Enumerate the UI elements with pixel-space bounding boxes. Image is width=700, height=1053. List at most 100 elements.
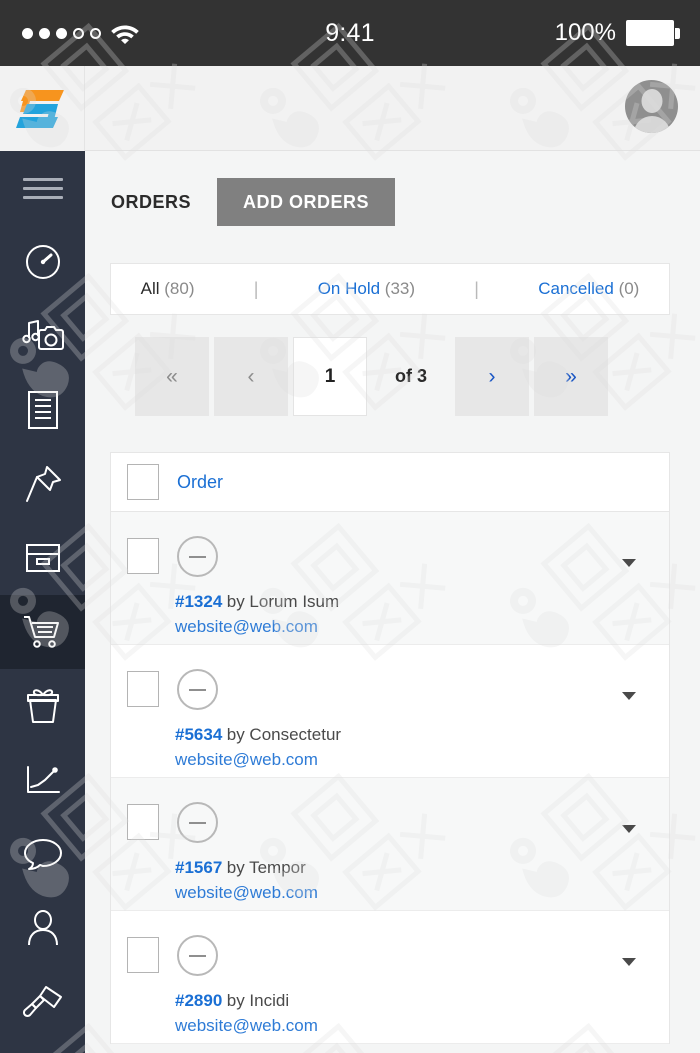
order-author: by Incidi [226, 991, 290, 1010]
table-row-info: #5634 by Consectetur website@web.com [175, 723, 341, 772]
table-row-controls [127, 802, 669, 843]
hamburger-icon [22, 172, 63, 205]
table-row-info: #1567 by Tempor website@web.com [175, 856, 318, 905]
pin-icon [23, 464, 63, 504]
filter-cancelled-label: Cancelled [538, 279, 614, 298]
app-header [0, 66, 700, 151]
shopping-cart-icon [22, 613, 64, 651]
filter-separator-2: | [474, 278, 479, 299]
filter-separator-1: | [253, 278, 259, 299]
row-checkbox[interactable] [127, 804, 159, 840]
sidebar-item-users[interactable] [0, 891, 85, 965]
filter-on-hold-label: On Hold [317, 279, 381, 298]
sidebar-item-appearance[interactable] [0, 965, 85, 1039]
order-id[interactable]: #2890 [175, 991, 222, 1010]
status-filter-bar: All (80) | On Hold (33) | Cancelled (0) [110, 263, 670, 315]
pagination: « ‹ 1 of 3 › » [135, 337, 608, 416]
pagination-last-button[interactable]: » [534, 337, 608, 416]
table-row[interactable]: #1567 by Tempor website@web.com [111, 778, 669, 911]
filter-cancelled-count: (0) [618, 279, 640, 298]
sidebar-item-orders[interactable] [0, 595, 85, 669]
brand-s-logo [16, 88, 68, 130]
pagination-total-label: of 3 [394, 366, 427, 386]
minus-circle-icon[interactable] [177, 536, 218, 577]
pagination-first-button[interactable]: « [135, 337, 209, 416]
order-author: by Lorum Isum [226, 592, 340, 611]
music-camera-icon [21, 318, 65, 354]
order-email[interactable]: website@web.com [175, 748, 341, 773]
filter-cancelled[interactable]: Cancelled (0) [538, 279, 639, 299]
chevron-down-icon[interactable] [622, 825, 636, 833]
sidebar-item-plugins[interactable] [0, 1039, 85, 1053]
gift-box-icon [25, 687, 61, 725]
chat-bubble-icon [23, 837, 63, 871]
pagination-prev-button[interactable]: ‹ [214, 337, 288, 416]
minus-circle-icon[interactable] [177, 802, 218, 843]
chevron-down-icon[interactable] [622, 692, 636, 700]
main-content: ORDERS ADD ORDERS All (80) | On Hold (33… [85, 151, 700, 1053]
filter-all-label: All [140, 279, 160, 298]
table-header-row: Order [111, 453, 669, 512]
speedometer-icon [24, 243, 62, 281]
table-row-info: #1324 by Lorum Isum website@web.com [175, 590, 339, 639]
status-bar: 9:41 100% [0, 0, 700, 66]
sidebar [0, 151, 85, 1053]
sidebar-item-messages[interactable] [0, 817, 85, 891]
table-row-controls [127, 935, 669, 976]
sidebar-item-archive[interactable] [0, 521, 85, 595]
pagination-next-button[interactable]: › [455, 337, 529, 416]
app-screen: 9:41 100% ORDERS ADD ORDERS All (80) | O… [0, 0, 700, 1053]
avatar-body [633, 116, 670, 133]
column-header-order[interactable]: Order [177, 472, 223, 493]
order-id[interactable]: #1567 [175, 858, 222, 877]
document-icon [26, 390, 60, 430]
table-row-info: #2890 by Incidi website@web.com [175, 989, 318, 1038]
sidebar-item-menu-toggle[interactable] [0, 151, 85, 225]
status-bar-right: 100% [555, 19, 680, 47]
table-row[interactable]: #1324 by Lorum Isum website@web.com [111, 512, 669, 645]
sidebar-item-analytics[interactable] [0, 743, 85, 817]
page-tabs: ORDERS ADD ORDERS [85, 178, 396, 226]
row-checkbox[interactable] [127, 671, 159, 707]
sidebar-item-pages[interactable] [0, 373, 85, 447]
order-author: by Tempor [226, 858, 306, 877]
orders-table: Order #1324 by Lorum Isum website@web.co… [110, 452, 670, 1044]
sidebar-item-media[interactable] [0, 299, 85, 373]
paintbrush-icon [22, 985, 63, 1019]
table-row[interactable]: #5634 by Consectetur website@web.com [111, 645, 669, 778]
order-id[interactable]: #5634 [175, 725, 222, 744]
minus-circle-icon[interactable] [177, 935, 218, 976]
archive-box-icon [24, 542, 62, 574]
user-icon [26, 909, 60, 947]
brand-logo-cell[interactable] [0, 66, 85, 151]
order-email[interactable]: website@web.com [175, 615, 339, 640]
tab-orders[interactable]: ORDERS [85, 178, 217, 226]
battery-percent-label: 100% [554, 19, 616, 46]
filter-on-hold[interactable]: On Hold (33) [318, 279, 415, 299]
order-author: by Consectetur [226, 725, 342, 744]
minus-circle-icon[interactable] [177, 669, 218, 710]
sidebar-item-pinned[interactable] [0, 447, 85, 521]
pagination-current-page[interactable]: 1 [293, 337, 367, 416]
tab-add-orders[interactable]: ADD ORDERS [217, 178, 396, 226]
filter-all[interactable]: All (80) [141, 279, 195, 299]
order-id[interactable]: #1324 [175, 592, 222, 611]
sidebar-item-products[interactable] [0, 669, 85, 743]
order-email[interactable]: website@web.com [175, 1014, 318, 1039]
filter-all-count: (80) [164, 279, 195, 298]
table-row-controls [127, 669, 669, 710]
table-row-controls [127, 536, 669, 577]
select-all-checkbox[interactable] [127, 464, 159, 500]
sidebar-item-dashboard[interactable] [0, 225, 85, 299]
avatar[interactable] [625, 80, 678, 133]
row-checkbox[interactable] [127, 538, 159, 574]
line-chart-icon [24, 764, 62, 796]
filter-on-hold-count: (33) [384, 279, 416, 298]
row-checkbox[interactable] [127, 937, 159, 973]
chevron-down-icon[interactable] [622, 958, 636, 966]
avatar-head [641, 89, 662, 113]
order-email[interactable]: website@web.com [175, 881, 318, 906]
chevron-down-icon[interactable] [622, 559, 636, 567]
table-row[interactable]: #2890 by Incidi website@web.com [111, 911, 669, 1044]
battery-full-icon [626, 20, 680, 46]
